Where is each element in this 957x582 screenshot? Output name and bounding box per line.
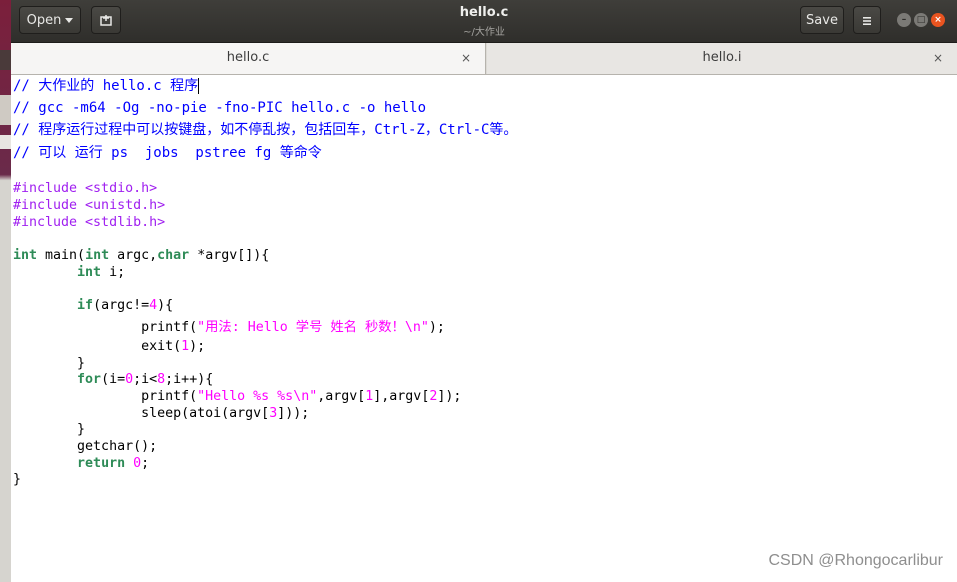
code-line: int main(int argc,char *argv[]){ bbox=[13, 248, 270, 263]
minimize-icon: – bbox=[901, 15, 907, 25]
desktop-background bbox=[0, 0, 11, 582]
code-line: if(argc!=4){ bbox=[77, 298, 174, 313]
code-editor[interactable]: // 大作业的 hello.c 程序 // gcc -m64 -Og -no-pi… bbox=[11, 75, 957, 582]
code-line: printf("用法: Hello 学号 姓名 秒数！\n"); bbox=[13, 320, 445, 335]
csdn-watermark: CSDN @Rhongocarlibur bbox=[768, 552, 943, 569]
open-button[interactable]: Open bbox=[19, 6, 81, 34]
desktop-fragment bbox=[0, 135, 11, 149]
gedit-window: Open hello.c ~/大作业 Save – □ × hello.c × bbox=[11, 0, 957, 582]
code-line: sleep(atoi(argv[3])); bbox=[13, 406, 310, 421]
new-document-button[interactable] bbox=[91, 6, 121, 34]
desktop-fragment bbox=[0, 95, 11, 125]
close-icon: × bbox=[934, 15, 942, 25]
code-line: #include <stdio.h> bbox=[13, 181, 158, 196]
text-cursor bbox=[198, 78, 200, 94]
header-bar: Open hello.c ~/大作业 Save – □ × bbox=[11, 0, 957, 43]
tab-hello-i[interactable]: hello.i × bbox=[487, 43, 957, 74]
code-line: } bbox=[13, 422, 86, 437]
desktop-fragment bbox=[0, 50, 11, 70]
close-window-button[interactable]: × bbox=[931, 13, 945, 27]
code-line: #include <stdlib.h> bbox=[13, 215, 166, 230]
tab-label: hello.c bbox=[226, 50, 270, 65]
tab-hello-c[interactable]: hello.c × bbox=[11, 43, 486, 74]
new-document-icon bbox=[100, 14, 112, 26]
tab-bar: hello.c × hello.i × bbox=[11, 43, 957, 75]
code-line: // gcc -m64 -Og -no-pie -fno-PIC hello.c… bbox=[13, 100, 427, 116]
window-subtitle: ~/大作业 bbox=[463, 27, 505, 38]
code-line: #include <unistd.h> bbox=[13, 198, 166, 213]
open-button-label: Open bbox=[26, 13, 62, 28]
code-line: printf("Hello %s %s\n",argv[1],argv[2]); bbox=[13, 389, 462, 404]
code-line: // 可以 运行 ps jobs pstree fg 等命令 bbox=[13, 145, 322, 161]
code-line: } bbox=[13, 356, 86, 371]
code-line: getchar(); bbox=[13, 439, 158, 454]
code-line: return 0; bbox=[77, 456, 150, 471]
code-line: exit(1); bbox=[13, 339, 206, 354]
code-line: int i; bbox=[77, 265, 126, 280]
code-line: // 大作业的 hello.c 程序 bbox=[13, 78, 200, 94]
tab-close-icon[interactable]: × bbox=[933, 43, 943, 73]
hamburger-menu-icon bbox=[863, 16, 871, 25]
window-title: hello.c bbox=[459, 5, 509, 20]
save-button[interactable]: Save bbox=[800, 6, 844, 34]
minimize-button[interactable]: – bbox=[897, 13, 911, 27]
maximize-button[interactable]: □ bbox=[914, 13, 928, 27]
maximize-icon: □ bbox=[916, 15, 926, 25]
menu-button[interactable] bbox=[853, 6, 881, 34]
chevron-down-icon bbox=[65, 18, 74, 23]
tab-label: hello.i bbox=[702, 50, 742, 65]
code-line: for(i=0;i<8;i++){ bbox=[77, 372, 214, 387]
code-line: // 程序运行过程中可以按键盘，如不停乱按，包括回车，Ctrl-Z，Ctrl-C… bbox=[13, 122, 518, 138]
tab-close-icon[interactable]: × bbox=[461, 43, 471, 73]
code-line: } bbox=[13, 472, 22, 487]
